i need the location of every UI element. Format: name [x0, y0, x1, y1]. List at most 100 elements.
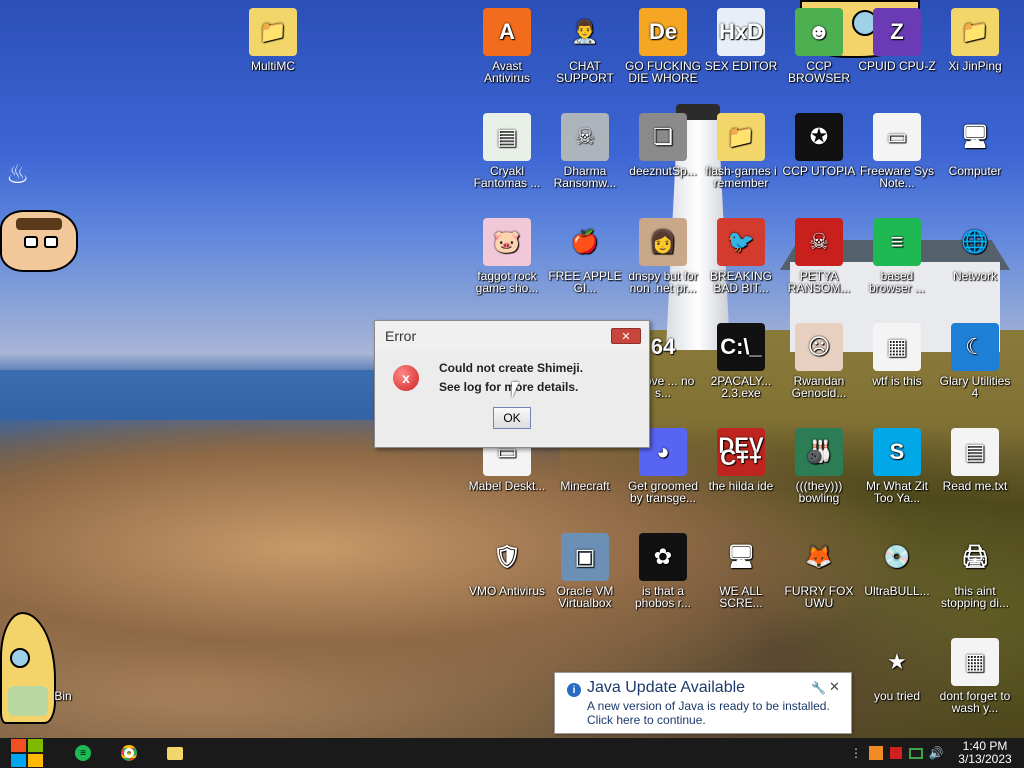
desktop-icon[interactable]: S Mr What Zit Too Ya...: [858, 428, 936, 504]
flag-icon[interactable]: [886, 738, 906, 768]
network-icon[interactable]: [906, 738, 926, 768]
desktop-icon[interactable]: 🎳 (((they))) bowling: [780, 428, 858, 504]
desktop-icon-image: 🖥: [727, 544, 755, 569]
desktop-icon[interactable]: 🍎 FREE APPLE GI...: [546, 218, 624, 295]
taskbar: ≡ ⋮ 🔊 1:40 PM 3/13/2023: [0, 738, 1024, 768]
desktop-icon[interactable]: 🖨 this aint stopping di...: [936, 533, 1014, 610]
desktop-icon[interactable]: 📁 flash-games i remember: [702, 113, 780, 189]
desktop-icon[interactable]: 👨‍⚕ CHAT SUPPORT: [546, 8, 624, 85]
desktop-icon[interactable]: ✪ CCP UTOPIA: [780, 113, 858, 177]
taskbar-spotify-button[interactable]: ≡: [60, 738, 106, 768]
desktop-icon[interactable]: 🐦 BREAKING BAD BIT...: [702, 218, 780, 294]
desktop-icon[interactable]: 🐷 faggot rock game sho...: [468, 218, 546, 294]
info-icon: i: [567, 683, 581, 697]
desktop-icon[interactable]: 🌐 Network: [936, 218, 1014, 283]
desktop-icon-image: 💿: [883, 544, 911, 569]
desktop-icon-image: 📁: [249, 8, 297, 56]
desktop-icon-label: MultiMC: [251, 59, 295, 73]
desktop-icon-image: 🦊: [805, 544, 833, 569]
desktop-icon[interactable]: De GO FUCKING DIE WHORE: [624, 8, 702, 84]
desktop-icon-image: ✪: [795, 113, 843, 161]
desktop-icon-image: ▤: [951, 428, 999, 476]
taskbar-chrome-button[interactable]: [106, 738, 152, 768]
desktop-icon-image: 🍎: [571, 229, 599, 254]
desktop-icon-image: 👩: [639, 218, 687, 266]
ok-button[interactable]: OK: [493, 407, 531, 429]
desktop-icon-label: deeznutSp...: [629, 164, 697, 178]
desktop-icon[interactable]: C:\_ 2PACALY... 2.3.exe: [702, 323, 780, 399]
java-update-notification[interactable]: i Java Update Available A new version of…: [554, 672, 852, 734]
tray-overflow-icon[interactable]: ⋮: [846, 738, 866, 768]
desktop-icon[interactable]: 📁 Xi JinPing: [936, 8, 1014, 72]
volume-icon[interactable]: 🔊: [926, 738, 946, 768]
desktop-icon-image: ★: [887, 649, 907, 674]
desktop-icon-label: wtf is this: [872, 374, 922, 388]
desktop-icon[interactable]: ✿ is that a phobos r...: [624, 533, 702, 609]
desktop-icon[interactable]: 🖥 Computer: [936, 113, 1014, 178]
desktop-icon-image: ▦: [873, 323, 921, 371]
dialog-titlebar[interactable]: Error ✕: [375, 321, 649, 351]
desktop-icon[interactable]: ☻ CCP BROWSER: [780, 8, 858, 84]
desktop-icon[interactable]: ★ you tried: [858, 638, 936, 703]
desktop-icon-image: 🐷: [483, 218, 531, 266]
desktop-icon-label: Xi JinPing: [948, 59, 1002, 73]
desktop-icon[interactable]: ☾ Glary Utilities 4: [936, 323, 1014, 399]
desktop-icon-label: CCP BROWSER: [787, 59, 850, 85]
desktop-icon-label: FURRY FOX UWU: [784, 584, 854, 610]
desktop-icon-label: CCP UTOPIA: [782, 164, 856, 178]
wrench-icon[interactable]: 🔧: [811, 681, 826, 695]
desktop-icon-image: 📁: [951, 8, 999, 56]
desktop-icon-image: ☠: [795, 218, 843, 266]
spotify-icon: ≡: [75, 745, 91, 761]
desktop-icon[interactable]: ☠ PETYA RANSOM...: [780, 218, 858, 294]
desktop-icon[interactable]: ▤ Cryakl Fantomas ...: [468, 113, 546, 189]
desktop-icon[interactable]: ☹ Rwandan Genocid...: [780, 323, 858, 399]
desktop-icon[interactable]: ▦ dont forget to wash y...: [936, 638, 1014, 714]
desktop-icon-label: Computer: [948, 164, 1002, 178]
desktop-icon[interactable]: DEV C++ the hilda ide: [702, 428, 780, 492]
desktop-icon-image: ▭: [873, 113, 921, 161]
desktop-icon[interactable]: Z CPUID CPU-Z: [858, 8, 936, 72]
desktop-icon[interactable]: 💿 UltraBULL...: [858, 533, 936, 598]
desktop-icon-label: Mabel Deskt...: [468, 479, 546, 493]
desktop-icon-label: is that a phobos r...: [634, 584, 692, 610]
start-button[interactable]: [0, 738, 54, 768]
java-tray-icon[interactable]: [866, 738, 886, 768]
notification-line2[interactable]: Click here to continue.: [587, 713, 706, 727]
desktop-icon-label: Mr What Zit Too Ya...: [866, 479, 928, 505]
desktop-icon[interactable]: A Avast Antivirus: [468, 8, 546, 84]
close-icon[interactable]: ✕: [611, 328, 641, 344]
desktop-icon-label: Bin: [54, 689, 72, 703]
desktop-icon-image: S: [873, 428, 921, 476]
desktop-icon-label: the hilda ide: [708, 479, 774, 493]
desktop-icon[interactable]: HxD SEX EDITOR: [702, 8, 780, 72]
desktop-icon-image: A: [483, 8, 531, 56]
folder-icon: [167, 746, 183, 760]
clock[interactable]: 1:40 PM 3/13/2023: [946, 740, 1024, 766]
desktop-icon-label: Avast Antivirus: [483, 59, 530, 85]
error-message-line1: Could not create Shimeji.: [439, 361, 584, 375]
desktop-icon[interactable]: 🦊 FURRY FOX UWU: [780, 533, 858, 610]
desktop-icon-image: ❏: [639, 113, 687, 161]
desktop-icon[interactable]: ▦ wtf is this: [858, 323, 936, 387]
desktop-icon-label: Cryakl Fantomas ...: [473, 164, 541, 190]
desktop-icon-image: ≡: [873, 218, 921, 266]
dialog-title: Error: [385, 328, 417, 344]
desktop-icon[interactable]: 🛡 VMO Antivirus: [468, 533, 546, 598]
notification-close-icon[interactable]: ✕: [829, 679, 840, 695]
desktop-icon[interactable]: Bin: [24, 638, 102, 702]
desktop-icon[interactable]: 📁 MultiMC: [234, 8, 312, 72]
windows-logo-icon: [11, 739, 43, 767]
desktop-icon[interactable]: ▣ Oracle VM Virtualbox: [546, 533, 624, 609]
desktop-icon[interactable]: ❏ deeznutSp...: [624, 113, 702, 177]
desktop-icon-image: 📁: [717, 113, 765, 161]
notification-title: Java Update Available: [587, 679, 746, 696]
desktop-icon[interactable]: ☠ Dharma Ransomw...: [546, 113, 624, 189]
desktop-icon[interactable]: ▤ Read me.txt: [936, 428, 1014, 492]
desktop-icon[interactable]: 👩 dnspy but for non .net pr...: [624, 218, 702, 294]
desktop-icon[interactable]: ▭ Freeware Sys Note...: [858, 113, 936, 189]
desktop-icon[interactable]: ≡ based browser ...: [858, 218, 936, 294]
desktop-icon-label: Rwandan Genocid...: [791, 374, 847, 400]
taskbar-explorer-button[interactable]: [152, 738, 198, 768]
desktop-icon[interactable]: 🖥 WE ALL SCRE...: [702, 533, 780, 610]
